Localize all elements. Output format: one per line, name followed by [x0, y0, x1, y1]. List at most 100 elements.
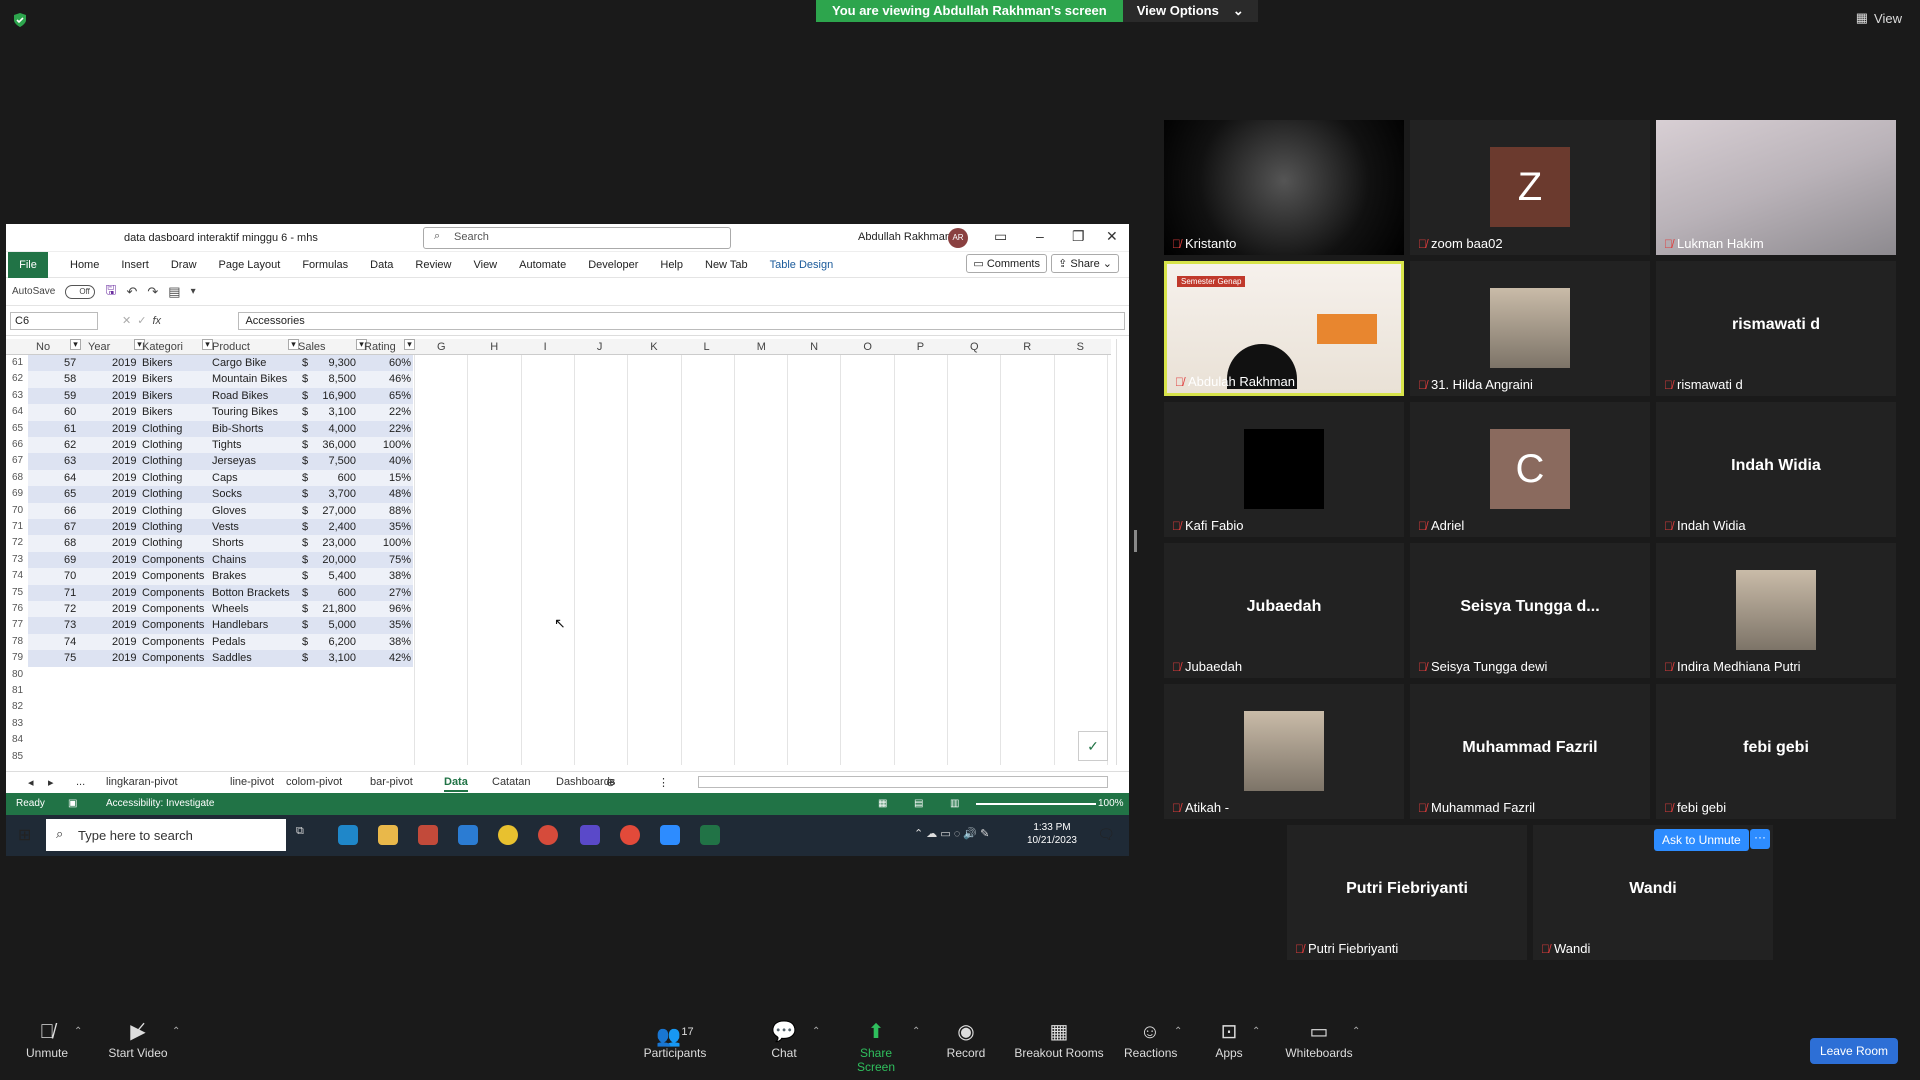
table-row[interactable]: 68 64 2019 Clothing Caps $600 15% — [6, 469, 1111, 487]
row-number[interactable]: 82 — [12, 701, 30, 712]
tab-page-layout[interactable]: Page Layout — [219, 259, 281, 271]
row-number[interactable]: 80 — [12, 669, 30, 680]
row-number[interactable]: 69 — [12, 488, 30, 499]
tab-draw[interactable]: Draw — [171, 259, 197, 271]
row-number[interactable]: 63 — [12, 390, 30, 401]
cell-no[interactable]: 70 — [64, 570, 76, 582]
cell-year[interactable]: 2019 — [112, 603, 136, 615]
column-header-rating[interactable]: Rating — [364, 341, 396, 353]
cell-kategori[interactable]: Clothing — [142, 423, 182, 435]
file-explorer-icon[interactable] — [378, 825, 398, 845]
cell-no[interactable]: 66 — [64, 505, 76, 517]
tab-file[interactable]: File — [8, 251, 48, 278]
cell-rating[interactable]: 42% — [389, 652, 411, 664]
table-row[interactable]: 83 — [6, 716, 1111, 732]
cell-kategori[interactable]: Components — [142, 587, 204, 599]
cell-sales[interactable]: 8,500 — [328, 373, 356, 385]
row-number[interactable]: 79 — [12, 652, 30, 663]
cell-product[interactable]: Chains — [212, 554, 246, 566]
prev-sheet-icon[interactable]: ◂ — [28, 776, 34, 789]
participant-tile[interactable]: rismawati d 🎙̸ rismawati d — [1656, 261, 1896, 396]
row-number[interactable]: 64 — [12, 406, 30, 417]
row-number[interactable]: 68 — [12, 472, 30, 483]
row-number[interactable]: 72 — [12, 537, 30, 548]
participant-tile[interactable]: Z 🎙̸ zoom baa02 — [1410, 120, 1650, 255]
whiteboard-options-icon[interactable]: ⌃ — [1352, 1026, 1360, 1037]
cell-no[interactable]: 64 — [64, 472, 76, 484]
row-number[interactable]: 84 — [12, 734, 30, 745]
next-sheet-icon[interactable]: ▸ — [48, 776, 54, 789]
cancel-icon[interactable]: ✕ — [122, 314, 131, 327]
cell-product[interactable]: Wheels — [212, 603, 249, 615]
cell-product[interactable]: Shorts — [212, 537, 244, 549]
cell-rating[interactable]: 22% — [389, 406, 411, 418]
page-break-view-icon[interactable]: ▥ — [950, 798, 959, 809]
column-letter[interactable]: Q — [970, 341, 979, 353]
mail-icon[interactable] — [458, 825, 478, 845]
vertical-scrollbar[interactable] — [1116, 339, 1128, 765]
cell-sales[interactable]: 27,000 — [322, 505, 356, 517]
participant-tile[interactable]: Indah Widia 🎙̸ Indah Widia — [1656, 402, 1896, 537]
cell-rating[interactable]: 35% — [389, 619, 411, 631]
table-row[interactable]: 66 62 2019 Clothing Tights $36,000 100% — [6, 437, 1111, 454]
document-title[interactable]: data dasboard interaktif minggu 6 - mhs — [124, 232, 318, 244]
cell-rating[interactable]: 65% — [389, 390, 411, 402]
taskbar-search-input[interactable]: ⌕ Type here to search — [46, 819, 286, 851]
cell-product[interactable]: Cargo Bike — [212, 357, 266, 369]
cell-product[interactable]: Touring Bikes — [212, 406, 278, 418]
cell-kategori[interactable]: Components — [142, 603, 204, 615]
chrome-profile-icon[interactable] — [620, 825, 640, 845]
cell-rating[interactable]: 35% — [389, 521, 411, 533]
cell-no[interactable]: 73 — [64, 619, 76, 631]
splitter-handle[interactable] — [1134, 530, 1137, 552]
cell-kategori[interactable]: Components — [142, 619, 204, 631]
cell-rating[interactable]: 60% — [389, 357, 411, 369]
tab-formulas[interactable]: Formulas — [302, 259, 348, 271]
cell-sales[interactable]: 36,000 — [322, 439, 356, 451]
cell-no[interactable]: 60 — [64, 406, 76, 418]
windows-start-icon[interactable]: ⊞ — [18, 825, 31, 845]
cell-kategori[interactable]: Clothing — [142, 455, 182, 467]
chat-button[interactable]: 💬 Chat — [766, 1018, 802, 1060]
comments-button[interactable]: ▭ Comments — [966, 254, 1047, 273]
cell-product[interactable]: Jerseyas — [212, 455, 256, 467]
cell-rating[interactable]: 96% — [389, 603, 411, 615]
cell-year[interactable]: 2019 — [112, 390, 136, 402]
cell-year[interactable]: 2019 — [112, 439, 136, 451]
cell-kategori[interactable]: Components — [142, 570, 204, 582]
participant-tile[interactable]: C 🎙̸ Adriel — [1410, 402, 1650, 537]
participant-tile[interactable]: 🎙̸ Indira Medhiana Putri — [1656, 543, 1896, 678]
column-header-no[interactable]: No — [36, 341, 50, 353]
enter-icon[interactable]: ✓ — [137, 314, 146, 327]
view-options-button[interactable]: View Options ⌄ — [1122, 0, 1258, 22]
spreadsheet-grid[interactable]: No ▾ Year ▾ Kategori ▾ Product ▾ Sales ▾ Rating ▾ G H… — [6, 339, 1117, 765]
table-row[interactable]: 78 74 2019 Components Pedals $6,200 38% — [6, 633, 1111, 651]
column-header-year[interactable]: Year — [88, 341, 110, 353]
zoom-level[interactable]: 100% — [1098, 798, 1124, 809]
cell-year[interactable]: 2019 — [112, 373, 136, 385]
system-tray-icons[interactable]: ⌃ ☁ ▭ ◌ 🔊 ✎ — [914, 827, 989, 840]
cell-sales[interactable]: 20,000 — [322, 554, 356, 566]
tab-review[interactable]: Review — [415, 259, 451, 271]
ask-to-unmute-button[interactable]: Ask to Unmute — [1654, 829, 1749, 851]
column-letter[interactable]: O — [863, 341, 872, 353]
reactions-options-icon[interactable]: ⌃ — [1174, 1026, 1182, 1037]
cell-year[interactable]: 2019 — [112, 570, 136, 582]
autosave-toggle[interactable]: Off — [65, 284, 96, 299]
cell-no[interactable]: 69 — [64, 554, 76, 566]
column-header-kategori[interactable]: Kategori — [142, 341, 183, 353]
column-letter[interactable]: L — [704, 341, 710, 353]
row-number[interactable]: 73 — [12, 554, 30, 565]
cell-year[interactable]: 2019 — [112, 587, 136, 599]
cell-no[interactable]: 65 — [64, 488, 76, 500]
column-letter[interactable]: N — [810, 341, 818, 353]
tab-new-tab[interactable]: New Tab — [705, 259, 748, 271]
participants-button[interactable]: 👥17 Participants — [640, 1018, 710, 1060]
row-number[interactable]: 77 — [12, 619, 30, 630]
cell-year[interactable]: 2019 — [112, 357, 136, 369]
sheet-tab-lingkaran-pivot[interactable]: lingkaran-pivot — [106, 776, 178, 788]
participant-tile[interactable]: 🎙̸ 31. Hilda Angraini — [1410, 261, 1650, 396]
cell-product[interactable]: Caps — [212, 472, 238, 484]
table-row[interactable]: 70 66 2019 Clothing Gloves $27,000 88% — [6, 502, 1111, 519]
macro-icon[interactable]: ▣ — [68, 798, 77, 809]
